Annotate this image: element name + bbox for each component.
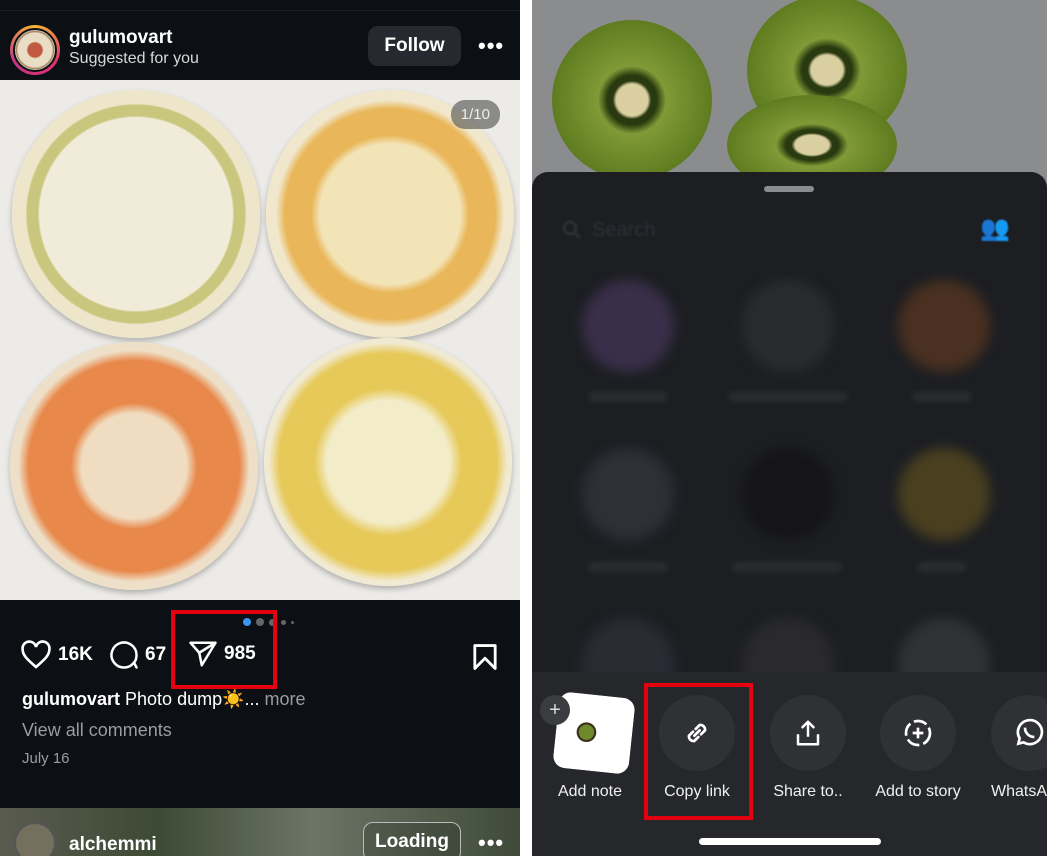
- avatar[interactable]: [14, 822, 56, 856]
- drag-handle[interactable]: [764, 186, 814, 192]
- caption: gulumovart Photo dump☀️... more: [22, 689, 306, 710]
- post-username[interactable]: gulumovart: [69, 27, 172, 49]
- pear-plate: [12, 90, 260, 338]
- add-people-icon[interactable]: 👥: [980, 214, 1010, 243]
- loading-button[interactable]: Loading: [363, 822, 461, 856]
- instagram-feed-screen: gulumovart Suggested for you Follow ••• …: [0, 0, 520, 856]
- comment-icon: [110, 641, 138, 669]
- caption-text: Photo dump☀️...: [125, 689, 260, 709]
- highlight-box-share: [171, 610, 277, 689]
- heart-icon: [21, 640, 51, 669]
- image-counter: 1/10: [450, 100, 500, 129]
- like-count: 16K: [58, 644, 93, 665]
- action-label: Share to..: [773, 783, 843, 800]
- more-options-icon[interactable]: •••: [478, 33, 504, 59]
- avatar[interactable]: [10, 25, 60, 75]
- view-all-comments-link[interactable]: View all comments: [22, 720, 172, 741]
- action-label: Add note: [557, 783, 623, 800]
- post-date: July 16: [22, 750, 70, 767]
- contact-name: [912, 392, 972, 402]
- next-post-header: alchemmi Loading •••: [0, 808, 520, 856]
- follow-button[interactable]: Follow: [368, 26, 461, 66]
- contact-name: [732, 562, 842, 572]
- search-icon: [563, 221, 581, 239]
- highlight-box-copy-link: [644, 683, 753, 820]
- caption-username[interactable]: gulumovart: [22, 689, 120, 709]
- whatsapp-button[interactable]: WhatsA: [991, 695, 1047, 800]
- contact-name: [588, 392, 668, 402]
- home-indicator[interactable]: [699, 838, 881, 845]
- add-to-story-button[interactable]: Add to story: [875, 695, 961, 800]
- whatsapp-icon: [1016, 718, 1044, 746]
- comment-button[interactable]: 67: [109, 640, 166, 670]
- post-subtitle: Suggested for you: [69, 50, 199, 67]
- contact-avatar[interactable]: [582, 280, 674, 372]
- share-to-button[interactable]: Share to..: [770, 695, 846, 800]
- action-label: WhatsA: [991, 783, 1047, 800]
- like-button[interactable]: 16K: [20, 640, 93, 670]
- more-options-icon[interactable]: •••: [478, 830, 504, 856]
- add-note-button[interactable]: + Add note: [540, 691, 636, 800]
- kiwi-background: [552, 20, 712, 180]
- bookmark-icon[interactable]: [472, 643, 498, 671]
- post-header: gulumovart Suggested for you Follow •••: [0, 10, 520, 80]
- contact-name: [588, 562, 668, 572]
- lemon-plate: [264, 338, 512, 586]
- post-username[interactable]: alchemmi: [69, 834, 157, 856]
- contact-avatar[interactable]: [582, 448, 674, 540]
- post-image[interactable]: 1/10: [0, 80, 520, 600]
- share-icon: [796, 720, 820, 746]
- comment-count: 67: [145, 644, 167, 665]
- contact-avatar[interactable]: [898, 448, 990, 540]
- contact-name: [917, 562, 967, 572]
- contact-avatar[interactable]: [898, 280, 990, 372]
- contact-name: [728, 392, 848, 402]
- search-input[interactable]: Search: [550, 202, 970, 258]
- add-story-icon: [904, 719, 932, 747]
- plus-icon: +: [540, 695, 570, 725]
- share-sheet: Search 👥 + Add note Copy link Share to..…: [532, 172, 1047, 856]
- search-placeholder: Search: [592, 218, 656, 241]
- orange-plate: [10, 342, 258, 590]
- contact-avatar[interactable]: [742, 280, 834, 372]
- more-link[interactable]: more: [265, 689, 306, 709]
- action-label: Add to story: [875, 783, 961, 800]
- contact-avatar[interactable]: [742, 448, 834, 540]
- share-sheet-screen: Search 👥 + Add note Copy link Share to..…: [532, 0, 1047, 856]
- share-actions-bar: + Add note Copy link Share to.. Add to s…: [532, 672, 1047, 856]
